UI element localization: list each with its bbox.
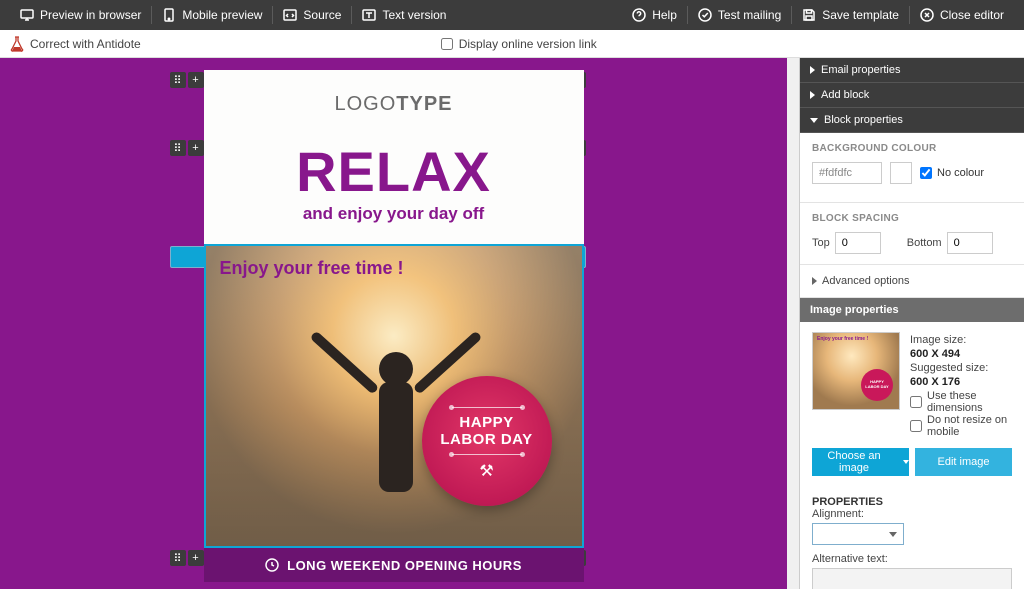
preview-browser-label: Preview in browser (40, 8, 141, 22)
spacing-top: Top (812, 232, 881, 254)
block-logo-wrap: ⠿ + 🗑 LOGOTYPE (204, 70, 584, 138)
image-info-section: Enjoy your free time ! HAPPYLABOR DAY Im… (800, 322, 1024, 448)
alt-text-input[interactable] (812, 568, 1012, 589)
logo-text: LOGOTYPE (334, 93, 452, 116)
text-version-button[interactable]: Text version (352, 6, 456, 24)
online-version-toggle[interactable]: Display online version link (441, 37, 597, 51)
footer-text: LONG WEEKEND OPENING HOURS (287, 558, 522, 573)
tools-icon: ⚒ (479, 461, 493, 481)
help-button[interactable]: Help (622, 6, 688, 24)
block-image-wrap: ⠿ + 🗑 Enjoy your free time ! HAPPY LABOR… (204, 244, 584, 548)
code-icon (283, 8, 297, 22)
spacing-title: BLOCK SPACING (812, 213, 1012, 224)
bg-swatch[interactable] (890, 162, 912, 184)
save-template-button[interactable]: Save template (792, 6, 910, 24)
antidote-button[interactable]: Correct with Antidote (10, 36, 141, 52)
alt-text-label: Alternative text: (812, 553, 1012, 565)
labor-day-badge: HAPPY LABOR DAY ⚒ (422, 376, 552, 506)
mobile-icon (162, 8, 176, 22)
block-add-handle[interactable]: + (188, 72, 204, 88)
text-icon (362, 8, 376, 22)
properties-title: PROPERTIES (812, 496, 1012, 508)
block-add-handle[interactable]: + (188, 140, 204, 156)
chevron-down-icon (903, 460, 909, 464)
main-area: ⠿ + 🗑 LOGOTYPE ⠿ + 🗑 RELAX (0, 58, 1024, 589)
monitor-icon (20, 8, 34, 22)
no-resize-mobile-toggle[interactable]: Do not resize on mobile (910, 414, 1012, 438)
image-thumbnail[interactable]: Enjoy your free time ! HAPPYLABOR DAY (812, 332, 900, 410)
subhead-text: and enjoy your day off (204, 204, 584, 224)
image-caption: Enjoy your free time ! (220, 258, 404, 279)
antidote-label: Correct with Antidote (30, 37, 141, 51)
block-headline-wrap: ⠿ + 🗑 RELAX and enjoy your day off (204, 138, 584, 244)
block-spacing-panel: BLOCK SPACING Top Bottom (800, 203, 1024, 265)
source-label: Source (303, 8, 341, 22)
top-toolbar: Preview in browser Mobile preview Source… (0, 0, 1024, 30)
background-colour-panel: BACKGROUND COLOUR No colour (800, 133, 1024, 203)
alignment-label: Alignment: (812, 508, 1012, 520)
block-image[interactable]: Enjoy your free time ! HAPPY LABOR DAY ⚒ (204, 244, 584, 548)
mobile-preview-button[interactable]: Mobile preview (152, 6, 273, 24)
online-version-label: Display online version link (459, 37, 597, 51)
accordion-block-properties[interactable]: Block properties (800, 108, 1024, 133)
save-icon (802, 8, 816, 22)
headline-text: RELAX (204, 144, 584, 200)
check-circle-icon (698, 8, 712, 22)
clock-icon (265, 558, 279, 572)
sub-toolbar: Correct with Antidote Display online ver… (0, 30, 1024, 58)
help-icon (632, 8, 646, 22)
image-properties-section: PROPERTIES Alignment: Alternative text: … (800, 488, 1024, 589)
online-version-checkbox[interactable] (441, 38, 453, 50)
spacing-bottom-input[interactable] (947, 232, 993, 254)
save-template-label: Save template (822, 8, 899, 22)
block-footer[interactable]: LONG WEEKEND OPENING HOURS (204, 548, 584, 582)
side-panel: Email properties Add block Block propert… (799, 58, 1024, 589)
block-logo[interactable]: LOGOTYPE (204, 70, 584, 138)
mobile-preview-label: Mobile preview (182, 8, 262, 22)
spacing-bottom: Bottom (907, 232, 993, 254)
flask-icon (10, 36, 24, 52)
alignment-select[interactable] (812, 523, 904, 545)
block-drag-handle[interactable]: ⠿ (170, 72, 186, 88)
text-version-label: Text version (382, 8, 446, 22)
close-editor-label: Close editor (940, 8, 1004, 22)
test-mailing-button[interactable]: Test mailing (688, 6, 792, 24)
advanced-options-panel: Advanced options (800, 265, 1024, 298)
preview-browser-button[interactable]: Preview in browser (10, 6, 152, 24)
help-label: Help (652, 8, 677, 22)
image-properties-header: Image properties (800, 298, 1024, 322)
test-mailing-label: Test mailing (718, 8, 781, 22)
source-button[interactable]: Source (273, 6, 352, 24)
no-colour-toggle[interactable]: No colour (920, 167, 984, 179)
close-circle-icon (920, 8, 934, 22)
block-drag-handle[interactable]: ⠿ (170, 550, 186, 566)
advanced-options-toggle[interactable]: Advanced options (812, 275, 1012, 287)
accordion-email-properties[interactable]: Email properties (800, 58, 1024, 83)
spacing-top-input[interactable] (835, 232, 881, 254)
block-drag-handle[interactable]: ⠿ (170, 140, 186, 156)
image-meta: Image size: 600 X 494 Suggested size: 60… (910, 332, 1012, 438)
no-resize-mobile-checkbox[interactable] (910, 420, 922, 432)
block-add-handle[interactable]: + (188, 550, 204, 566)
choose-image-button[interactable]: Choose an image (812, 448, 909, 476)
email-canvas[interactable]: ⠿ + 🗑 LOGOTYPE ⠿ + 🗑 RELAX (0, 58, 787, 589)
edit-image-button[interactable]: Edit image (915, 448, 1012, 476)
block-footer-wrap: ⠿ + 🗑 LONG WEEKEND OPENING HOURS (204, 548, 584, 582)
use-dimensions-checkbox[interactable] (910, 396, 922, 408)
use-dimensions-toggle[interactable]: Use these dimensions (910, 390, 1012, 414)
close-editor-button[interactable]: Close editor (910, 6, 1014, 24)
block-headline[interactable]: RELAX and enjoy your day off (204, 138, 584, 244)
canvas-scrollbar[interactable] (787, 58, 799, 589)
bg-colour-title: BACKGROUND COLOUR (812, 143, 1012, 154)
accordion-add-block[interactable]: Add block (800, 83, 1024, 108)
bg-hex-input[interactable] (812, 162, 882, 184)
no-colour-checkbox[interactable] (920, 167, 932, 179)
